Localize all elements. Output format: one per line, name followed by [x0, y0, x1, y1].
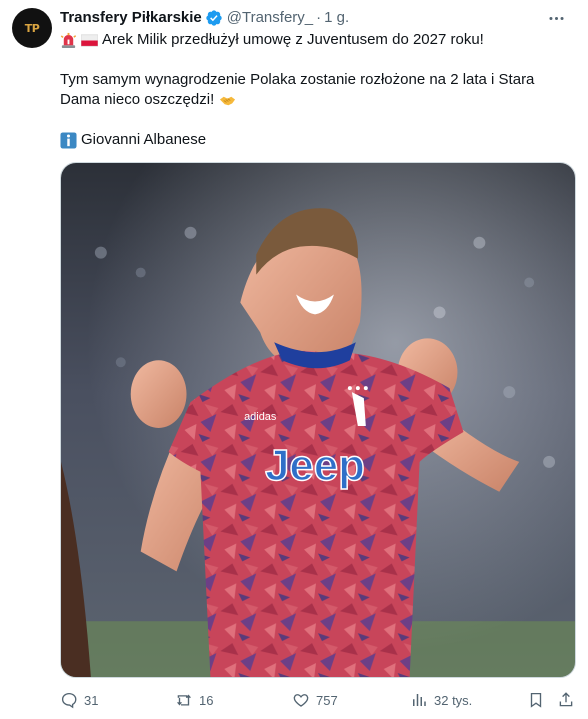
like-count: 757 [316, 692, 338, 708]
info-emoji-icon [60, 131, 77, 149]
tweet[interactable]: TP Transfery Piłkarskie @Transfery_ · 1 … [0, 0, 588, 719]
share-button[interactable] [557, 689, 575, 711]
tweet-header: Transfery Piłkarskie @Transfery_ · 1 g. [60, 8, 576, 28]
more-options-icon[interactable] [544, 6, 568, 30]
source-credit: Giovanni Albanese [81, 131, 207, 148]
separator-dot: · [316, 9, 322, 26]
heart-icon [293, 694, 309, 707]
tweet-text-line: Tym samym wynagrodzenie Polaka zostanie … [60, 70, 576, 90]
bookmark-icon [530, 692, 542, 708]
tweet-text: Tym samym wynagrodzenie Polaka zostanie … [60, 71, 535, 88]
poland-flag-emoji-icon [81, 32, 98, 49]
avatar[interactable]: TP [12, 8, 52, 48]
retweet-button[interactable]: 16 [175, 689, 213, 711]
tweet-text: Arek Milik przedłużył umowę z Juventusem… [102, 31, 484, 48]
avatar-logo: TP [24, 21, 40, 35]
siren-emoji-icon [60, 32, 77, 49]
tweet-actions: 31 16 757 32 tys. [60, 689, 576, 711]
handle[interactable]: @Transfery_ [227, 8, 313, 28]
views-button[interactable]: 32 tys. [410, 689, 472, 711]
share-icon [559, 692, 573, 707]
display-name[interactable]: Transfery Piłkarskie [60, 8, 202, 28]
reply-button[interactable]: 31 [60, 689, 98, 711]
timestamp[interactable]: 1 g. [324, 8, 349, 28]
handshake-emoji-icon [219, 92, 236, 109]
tweet-text-line: Arek Milik przedłużył umowę z Juventusem… [60, 30, 576, 50]
shirt-brand: adidas [244, 411, 277, 423]
view-count: 32 tys. [434, 692, 473, 708]
svg-text:Jeep: Jeep [265, 441, 365, 490]
shirt-sponsor: Jeep [264, 440, 365, 490]
like-button[interactable]: 757 [292, 689, 338, 711]
bookmark-button[interactable] [527, 689, 545, 711]
retweet-count: 16 [199, 692, 214, 708]
reply-icon [61, 692, 77, 709]
reply-count: 31 [84, 692, 99, 708]
tweet-text: Dama nieco oszczędzi! [60, 91, 215, 108]
retweet-icon [177, 694, 191, 706]
verified-badge-icon [205, 9, 223, 27]
tweet-text-line: Dama nieco oszczędzi! [60, 90, 576, 110]
player-celebration-image: Jeep adidas [61, 163, 575, 677]
views-icon [413, 694, 426, 706]
tweet-text-line: Giovanni Albanese [60, 130, 576, 150]
tweet-photo[interactable]: Jeep adidas [60, 162, 576, 678]
